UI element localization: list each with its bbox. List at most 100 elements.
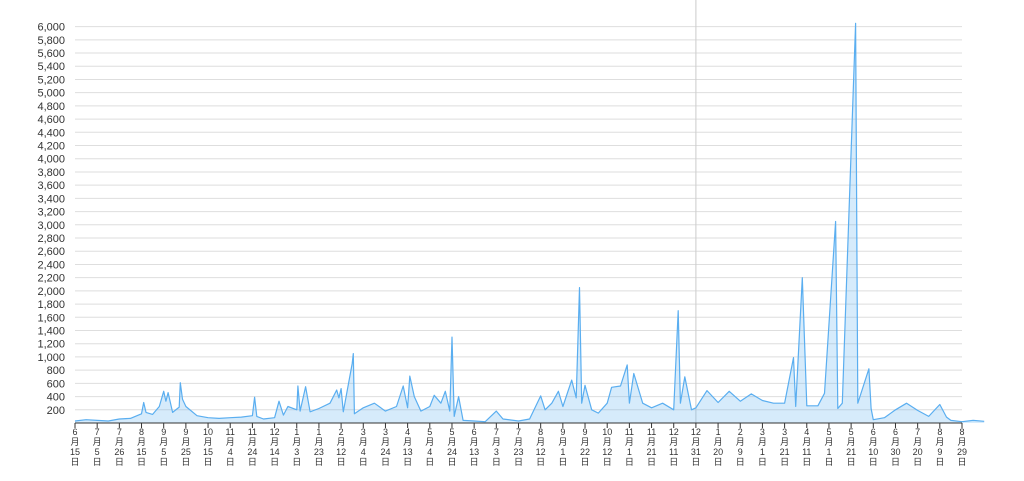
x-tick-label-line: 日 bbox=[337, 457, 346, 467]
x-tick-label-line: 5 bbox=[161, 447, 166, 457]
x-tick-label-line: 1 bbox=[294, 427, 299, 437]
x-tick-label: 9月5日 bbox=[159, 427, 168, 467]
x-tick-label-line: 12 bbox=[270, 427, 280, 437]
x-tick-label: 5月21日 bbox=[846, 427, 856, 467]
y-tick-label: 4,800 bbox=[37, 101, 65, 113]
y-tick-label: 1,800 bbox=[37, 299, 65, 311]
x-tick-label-line: 月 bbox=[159, 437, 168, 447]
x-tick-label-line: 月 bbox=[359, 437, 368, 447]
x-tick-label-line: 月 bbox=[935, 437, 944, 447]
series-layer bbox=[74, 22, 985, 424]
x-tick-label-line: 13 bbox=[469, 447, 479, 457]
y-tick-label: 800 bbox=[47, 365, 65, 377]
x-tick-label: 12月11日 bbox=[669, 427, 679, 467]
x-tick-label-line: 日 bbox=[891, 457, 900, 467]
x-tick-label: 5月24日 bbox=[447, 427, 457, 467]
x-tick-label-line: 日 bbox=[93, 457, 102, 467]
x-tick-label-line: 月 bbox=[181, 437, 190, 447]
x-tick-label: 1月23日 bbox=[314, 427, 324, 467]
x-tick-label-line: 月 bbox=[891, 437, 900, 447]
x-tick-label-line: 日 bbox=[137, 457, 146, 467]
x-tick-label-line: 日 bbox=[403, 457, 412, 467]
x-tick-label: 1月20日 bbox=[713, 427, 723, 467]
x-tick-label-line: 9 bbox=[583, 427, 588, 437]
x-tick-label: 8月12日 bbox=[536, 427, 546, 467]
y-tick-label: 2,400 bbox=[37, 259, 65, 271]
x-tick-label-line: 15 bbox=[137, 447, 147, 457]
x-tick-label: 6月15日 bbox=[70, 427, 80, 467]
x-tick-label-line: 日 bbox=[913, 457, 922, 467]
x-tick-label: 1月3日 bbox=[292, 427, 301, 467]
x-tick-label: 11月4日 bbox=[226, 427, 235, 467]
x-tick-label-line: 3 bbox=[361, 427, 366, 437]
y-tick-label: 5,200 bbox=[37, 74, 65, 86]
x-tick-label-line: 4 bbox=[405, 427, 410, 437]
x-tick-label-line: 日 bbox=[802, 457, 811, 467]
x-tick-label-line: 14 bbox=[270, 447, 280, 457]
y-tick-label: 1,400 bbox=[37, 326, 65, 338]
x-tick-label-line: 21 bbox=[846, 447, 856, 457]
x-tick-label-line: 5 bbox=[449, 427, 454, 437]
x-tick-label-line: 月 bbox=[536, 437, 545, 447]
y-tick-label: 600 bbox=[47, 378, 65, 390]
x-tick-label-line: 8 bbox=[538, 427, 543, 437]
x-tick-label-line: 月 bbox=[70, 437, 79, 447]
x-tick-label-line: 9 bbox=[738, 447, 743, 457]
x-tick-label: 9月22日 bbox=[580, 427, 590, 467]
x-tick-label-line: 月 bbox=[337, 437, 346, 447]
x-tick-label-line: 日 bbox=[957, 457, 966, 467]
x-tick-label-line: 日 bbox=[204, 457, 213, 467]
x-tick-label-line: 月 bbox=[248, 437, 257, 447]
x-tick-label: 6月13日 bbox=[469, 427, 479, 467]
x-tick-label-line: 日 bbox=[447, 457, 456, 467]
x-tick-label: 5月1日 bbox=[824, 427, 833, 467]
series-area bbox=[75, 23, 985, 424]
x-tick-label: 12月31日 bbox=[691, 427, 701, 467]
x-tick-label-line: 4 bbox=[228, 447, 233, 457]
chart-svg: 200400 6008001,0001,2001,400 1,6001,8002,0… bbox=[37, 0, 985, 467]
x-tick-label: 4月11日 bbox=[802, 427, 811, 467]
x-tick-label-line: 月 bbox=[625, 437, 634, 447]
x-tick-label: 3月1日 bbox=[758, 427, 767, 467]
x-tick-label-line: 日 bbox=[314, 457, 323, 467]
x-tick-label-line: 日 bbox=[115, 457, 124, 467]
x-tick-label-line: 5 bbox=[95, 447, 100, 457]
x-tick-label-line: 20 bbox=[913, 447, 923, 457]
y-tick-label: 5,600 bbox=[37, 48, 65, 60]
x-tick-label-line: 月 bbox=[913, 437, 922, 447]
y-tick-label: 1,200 bbox=[37, 339, 65, 351]
x-tick-label-line: 日 bbox=[714, 457, 723, 467]
y-axis-labels: 200400 6008001,0001,2001,400 1,6001,8002,0… bbox=[37, 22, 65, 417]
x-tick-label-line: 8 bbox=[139, 427, 144, 437]
x-tick-label-line: 月 bbox=[669, 437, 678, 447]
y-tick-label: 3,000 bbox=[37, 220, 65, 232]
x-tick-label: 2月9日 bbox=[736, 427, 745, 467]
y-tick-label: 1,000 bbox=[37, 352, 65, 364]
x-tick-label-line: 5 bbox=[826, 427, 831, 437]
x-tick-label-line: 10 bbox=[602, 427, 612, 437]
x-tick-label-line: 10 bbox=[203, 427, 213, 437]
x-tick-label-line: 12 bbox=[691, 427, 701, 437]
x-tick-label-line: 9 bbox=[937, 447, 942, 457]
x-tick-label-line: 21 bbox=[780, 447, 790, 457]
y-tick-label: 6,000 bbox=[37, 22, 65, 34]
x-tick-label-line: 4 bbox=[427, 447, 432, 457]
y-tick-label: 200 bbox=[47, 405, 65, 417]
x-tick-label-line: 月 bbox=[137, 437, 146, 447]
x-tick-label-line: 日 bbox=[248, 457, 257, 467]
x-tick-label-line: 7 bbox=[915, 427, 920, 437]
x-tick-label-line: 11 bbox=[226, 427, 235, 437]
x-tick-label-line: 日 bbox=[669, 457, 678, 467]
x-tick-label-line: 26 bbox=[114, 447, 124, 457]
x-tick-label-line: 月 bbox=[714, 437, 723, 447]
x-tick-label-line: 月 bbox=[514, 437, 523, 447]
x-tick-label-line: 29 bbox=[957, 447, 967, 457]
x-tick-label-line: 12 bbox=[536, 447, 546, 457]
x-tick-label-line: 24 bbox=[447, 447, 457, 457]
x-tick-label-line: 月 bbox=[824, 437, 833, 447]
x-tick-label: 3月4日 bbox=[359, 427, 368, 467]
x-tick-label-line: 3 bbox=[782, 427, 787, 437]
x-tick-label: 6月10日 bbox=[868, 427, 878, 467]
x-tick-label-line: 2 bbox=[339, 427, 344, 437]
x-tick-label-line: 月 bbox=[270, 437, 279, 447]
